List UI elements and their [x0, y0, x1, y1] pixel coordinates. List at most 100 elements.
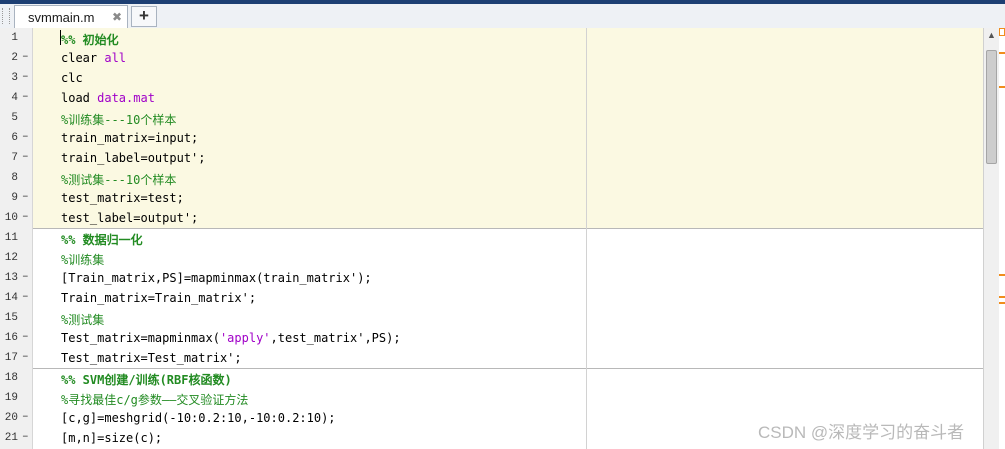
code-text[interactable]: Test_matrix=mapminmax('apply',test_matri…: [61, 331, 401, 345]
code-line[interactable]: 8 %测试集---10个样本: [0, 168, 983, 188]
tab-svmmain[interactable]: svmmain.m ✖: [14, 5, 128, 28]
code-editor[interactable]: 1%% 初始化 2– clear all 3– clc 4– load data.mat 5%…: [0, 28, 983, 449]
code-token: [m,n]=size(c);: [61, 431, 163, 445]
line-number: 17: [4, 352, 18, 364]
code-token: clc: [61, 71, 83, 85]
code-token: %% 初始化: [61, 33, 119, 47]
text-caret: [60, 30, 61, 45]
warning-marker[interactable]: [999, 86, 1005, 88]
new-tab-button[interactable]: +: [131, 6, 157, 27]
breakpoint-marker[interactable]: –: [22, 151, 30, 163]
code-text[interactable]: %训练集: [61, 251, 104, 268]
breakpoint-marker[interactable]: –: [22, 351, 30, 363]
code-token: Test_matrix=mapminmax(: [61, 331, 220, 345]
breakpoint-marker[interactable]: –: [22, 71, 30, 83]
code-text[interactable]: [c,g]=meshgrid(-10:0.2:10,-10:0.2:10);: [61, 411, 336, 425]
warning-marker[interactable]: [999, 52, 1005, 54]
code-line[interactable]: 3– clc: [0, 68, 983, 88]
code-line[interactable]: 2– clear all: [0, 48, 983, 68]
warning-marker[interactable]: [999, 296, 1005, 298]
code-line[interactable]: 16– Test_matrix=mapminmax('apply',test_ma…: [0, 328, 983, 348]
code-text[interactable]: Train_matrix=Train_matrix';: [61, 291, 256, 305]
code-text[interactable]: %训练集---10个样本: [61, 111, 176, 128]
code-line[interactable]: 5 %训练集---10个样本: [0, 108, 983, 128]
code-token: %% SVM创建/训练(RBF核函数): [61, 373, 232, 387]
code-token: 'apply': [219, 331, 271, 345]
code-token: %寻找最佳c/g参数——交叉验证方法: [61, 393, 249, 407]
line-number: 5: [11, 112, 18, 124]
code-text[interactable]: train_matrix=input;: [61, 131, 198, 145]
code-token: ,test_matrix',PS);: [270, 331, 401, 345]
code-line[interactable]: 15 %测试集: [0, 308, 983, 328]
code-token: clear: [61, 51, 105, 65]
code-line[interactable]: 12 %训练集: [0, 248, 983, 268]
code-text[interactable]: %测试集---10个样本: [61, 171, 176, 188]
code-line[interactable]: 1 %% 初始化: [0, 28, 983, 48]
code-text[interactable]: %% 数据归一化: [61, 231, 143, 248]
code-token: test_matrix=test;: [61, 191, 184, 205]
breakpoint-marker[interactable]: –: [22, 51, 30, 63]
code-line[interactable]: 7– train_label=output';: [0, 148, 983, 168]
drag-grip-icon[interactable]: [2, 8, 10, 24]
code-text[interactable]: load data.mat: [61, 91, 155, 105]
breakpoint-marker[interactable]: –: [22, 291, 30, 303]
code-line[interactable]: 6– train_matrix=input;: [0, 128, 983, 148]
code-line[interactable]: 17– Test_matrix=Test_matrix';: [0, 348, 983, 368]
code-line[interactable]: 11 %% 数据归一化: [0, 228, 983, 248]
code-token: Train_matrix=Train_matrix';: [61, 291, 257, 305]
breakpoint-marker[interactable]: –: [22, 91, 30, 103]
line-number: 14: [4, 292, 18, 304]
code-text[interactable]: test_matrix=test;: [61, 191, 184, 205]
line-number: 12: [4, 252, 18, 264]
code-text[interactable]: clear all: [61, 51, 126, 65]
code-text[interactable]: test_label=output';: [61, 211, 198, 225]
code-text[interactable]: [Train_matrix,PS]=mapminmax(train_matrix…: [61, 271, 372, 285]
code-line[interactable]: 10– test_label=output';: [0, 208, 983, 228]
code-token: [c,g]=meshgrid(-10:0.2:10,-10:0.2:10);: [61, 411, 336, 425]
code-line[interactable]: 19 %寻找最佳c/g参数——交叉验证方法: [0, 388, 983, 408]
code-text[interactable]: %测试集: [61, 311, 104, 328]
code-text[interactable]: %% SVM创建/训练(RBF核函数): [61, 371, 232, 388]
close-icon[interactable]: ✖: [112, 10, 122, 24]
code-token: %% 数据归一化: [61, 233, 143, 247]
code-line[interactable]: 14– Train_matrix=Train_matrix';: [0, 288, 983, 308]
code-token: all: [104, 51, 127, 65]
code-line[interactable]: 9– test_matrix=test;: [0, 188, 983, 208]
line-number: 15: [4, 312, 18, 324]
code-token: %测试集---10个样本: [61, 173, 177, 187]
warning-marker[interactable]: [999, 302, 1005, 304]
code-line[interactable]: 18 %% SVM创建/训练(RBF核函数): [0, 368, 983, 388]
code-token: Test_matrix=Test_matrix';: [61, 351, 242, 365]
code-text[interactable]: [m,n]=size(c);: [61, 431, 162, 445]
scroll-up-arrow-icon[interactable]: ▲: [984, 28, 999, 43]
code-token: test_label=output';: [61, 211, 199, 225]
line-number: 21: [4, 432, 18, 444]
line-number: 1: [11, 32, 18, 44]
breakpoint-marker[interactable]: –: [22, 431, 30, 443]
breakpoint-marker[interactable]: –: [22, 331, 30, 343]
code-text[interactable]: %寻找最佳c/g参数——交叉验证方法: [61, 391, 248, 408]
code-text[interactable]: %% 初始化: [61, 31, 119, 48]
code-token: %训练集---10个样本: [61, 113, 177, 127]
status-indicator-icon[interactable]: [999, 28, 1005, 36]
tab-filename: svmmain.m: [28, 10, 95, 25]
code-text[interactable]: clc: [61, 71, 83, 85]
line-number: 7: [11, 152, 18, 164]
vertical-scrollbar[interactable]: ▲: [983, 28, 999, 449]
breakpoint-marker[interactable]: –: [22, 131, 30, 143]
scrollbar-thumb[interactable]: [986, 50, 997, 164]
warning-marker[interactable]: [999, 274, 1005, 276]
line-number: 4: [11, 92, 18, 104]
code-text[interactable]: Test_matrix=Test_matrix';: [61, 351, 242, 365]
code-line[interactable]: 4– load data.mat: [0, 88, 983, 108]
breakpoint-marker[interactable]: –: [22, 191, 30, 203]
code-line[interactable]: 13– [Train_matrix,PS]=mapminmax(train_mat…: [0, 268, 983, 288]
breakpoint-marker[interactable]: –: [22, 411, 30, 423]
line-number: 3: [11, 72, 18, 84]
code-token: %测试集: [61, 313, 105, 327]
code-text[interactable]: train_label=output';: [61, 151, 206, 165]
line-number: 6: [11, 132, 18, 144]
breakpoint-marker[interactable]: –: [22, 271, 30, 283]
code-token: load: [61, 91, 98, 105]
breakpoint-marker[interactable]: –: [22, 211, 30, 223]
